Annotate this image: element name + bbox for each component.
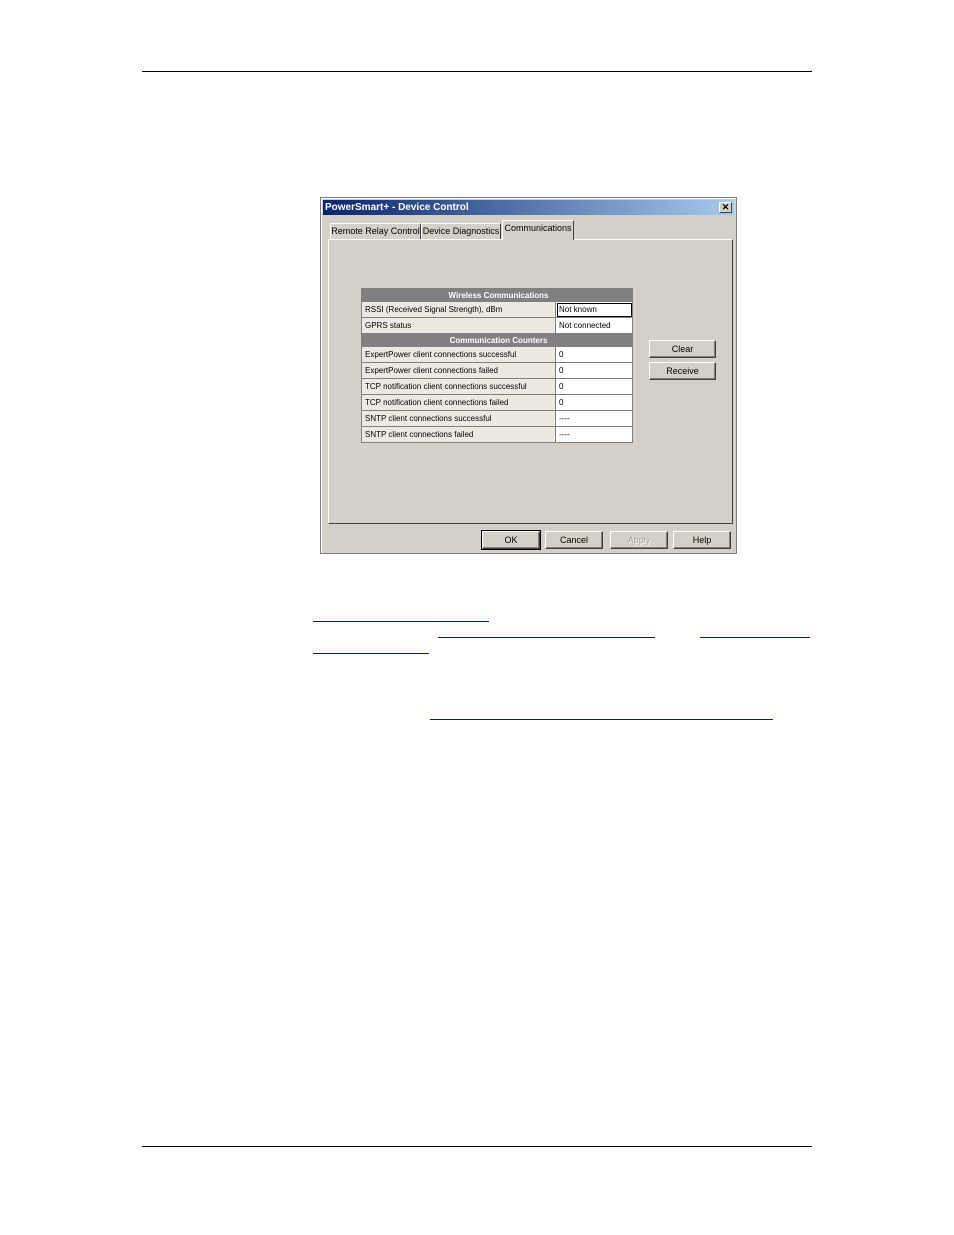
- close-icon[interactable]: ✕: [719, 202, 732, 213]
- cancel-button[interactable]: Cancel: [545, 531, 603, 549]
- counter-label: TCP notification client connections succ…: [361, 378, 556, 395]
- counter-value[interactable]: 0: [555, 394, 633, 411]
- rssi-label: RSSI (Received Signal Strength), dBm: [361, 301, 556, 318]
- gprs-status-value[interactable]: Not connected: [555, 317, 633, 334]
- counter-label: ExpertPower client connections failed: [361, 362, 556, 379]
- table-row: TCP notification client connections fail…: [361, 394, 633, 411]
- wireless-header-row: Wireless Communications: [361, 288, 633, 302]
- hyperlink-underline[interactable]: [313, 621, 489, 622]
- hyperlink-underline[interactable]: [438, 637, 655, 638]
- tab-remote-relay-control[interactable]: Remote Relay Control: [330, 223, 421, 239]
- hyperlink-underline[interactable]: [313, 653, 429, 654]
- counter-value[interactable]: 0: [555, 346, 633, 363]
- counter-label: ExpertPower client connections successfu…: [361, 346, 556, 363]
- apply-button[interactable]: Apply: [610, 531, 668, 549]
- gprs-status-label: GPRS status: [361, 317, 556, 334]
- dialog-title: PowerSmart+ - Device Control: [325, 202, 469, 213]
- table-row: SNTP client connections failed ----: [361, 426, 633, 443]
- header-rule: [142, 71, 812, 72]
- table-row: ExpertPower client connections successfu…: [361, 346, 633, 363]
- rssi-value[interactable]: Not known: [555, 301, 633, 318]
- counter-label: TCP notification client connections fail…: [361, 394, 556, 411]
- clear-button[interactable]: Clear: [649, 340, 716, 358]
- table-row: ExpertPower client connections failed 0: [361, 362, 633, 379]
- table-row: RSSI (Received Signal Strength), dBm Not…: [361, 301, 633, 318]
- counter-value[interactable]: 0: [555, 362, 633, 379]
- tab-communications[interactable]: Communications: [502, 220, 574, 240]
- counter-label: SNTP client connections successful: [361, 410, 556, 427]
- counters-header-row: Communication Counters: [361, 333, 633, 347]
- counters-section-header: Communication Counters: [361, 333, 633, 347]
- footer-rule: [142, 1146, 812, 1147]
- help-button[interactable]: Help: [673, 531, 731, 549]
- hyperlink-underline[interactable]: [700, 637, 810, 638]
- ok-button[interactable]: OK: [481, 530, 541, 550]
- hyperlink-underline[interactable]: [430, 719, 773, 720]
- counter-value[interactable]: 0: [555, 378, 633, 395]
- table-row: GPRS status Not connected: [361, 317, 633, 334]
- counter-value[interactable]: ----: [555, 410, 633, 427]
- tab-device-diagnostics[interactable]: Device Diagnostics: [421, 223, 501, 239]
- tab-panel-communications: Wireless Communications RSSI (Received S…: [328, 239, 733, 524]
- table-row: SNTP client connections successful ----: [361, 410, 633, 427]
- receive-button[interactable]: Receive: [649, 362, 716, 380]
- wireless-section-header: Wireless Communications: [361, 288, 633, 302]
- device-control-dialog: PowerSmart+ - Device Control ✕ Remote Re…: [320, 197, 737, 554]
- dialog-titlebar: PowerSmart+ - Device Control ✕: [323, 200, 734, 215]
- counter-label: SNTP client connections failed: [361, 426, 556, 443]
- table-row: TCP notification client connections succ…: [361, 378, 633, 395]
- communications-grid: Wireless Communications RSSI (Received S…: [361, 288, 633, 443]
- counter-value[interactable]: ----: [555, 426, 633, 443]
